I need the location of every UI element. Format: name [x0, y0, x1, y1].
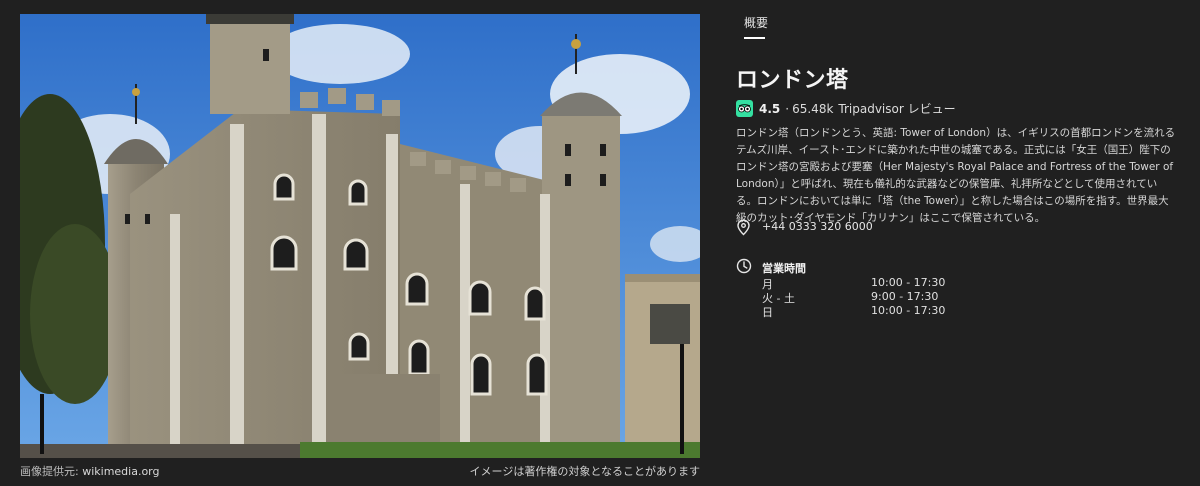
image-credit-source-link[interactable]: wikimedia.org — [82, 465, 159, 478]
landmark-photo[interactable] — [20, 14, 700, 458]
image-credit: 画像提供元: wikimedia.org — [20, 463, 160, 479]
tab-active-indicator — [744, 37, 765, 39]
image-credit-label: 画像提供元: — [20, 465, 79, 478]
hours-row: 月 10:00 - 17:30 — [762, 276, 1002, 291]
hours-row: 火 - 土 9:00 - 17:30 — [762, 290, 1002, 305]
hours-day: 日 — [762, 306, 773, 319]
copyright-notice: イメージは著作権の対象となることがあります — [469, 465, 700, 478]
rating-score: 4.5 — [759, 101, 781, 116]
tower-of-london-illustration — [20, 14, 700, 458]
review-count: 65.48k — [792, 101, 834, 116]
hours-time: 10:00 - 17:30 — [871, 304, 946, 317]
description-text: ロンドン塔（ロンドンとう、英語: Tower of London）は、イギリスの… — [736, 127, 1176, 224]
review-provider-link[interactable]: Tripadvisor レビュー — [838, 100, 955, 117]
hours-time: 9:00 - 17:30 — [871, 290, 939, 303]
rating-separator: · — [785, 101, 790, 116]
knowledge-panel: 画像提供元: wikimedia.org イメージは著作権の対象となることがあり… — [0, 0, 1200, 486]
hours-time: 10:00 - 17:30 — [871, 276, 946, 289]
hours-row: 日 10:00 - 17:30 — [762, 304, 1002, 319]
tab-overview[interactable]: 概要 — [744, 14, 768, 31]
clock-icon — [736, 258, 752, 278]
phone-number[interactable]: +44 0333 320 6000 — [762, 220, 873, 233]
tripadvisor-owl-icon — [736, 100, 753, 117]
opening-hours-title: 営業時間 — [762, 262, 806, 275]
rating-row[interactable]: 4.5 · 65.48k Tripadvisor レビュー — [736, 100, 956, 117]
location-pin-icon — [736, 219, 751, 239]
page-title: ロンドン塔 — [736, 68, 849, 93]
phone-row[interactable]: +44 0333 320 6000 — [736, 219, 873, 239]
